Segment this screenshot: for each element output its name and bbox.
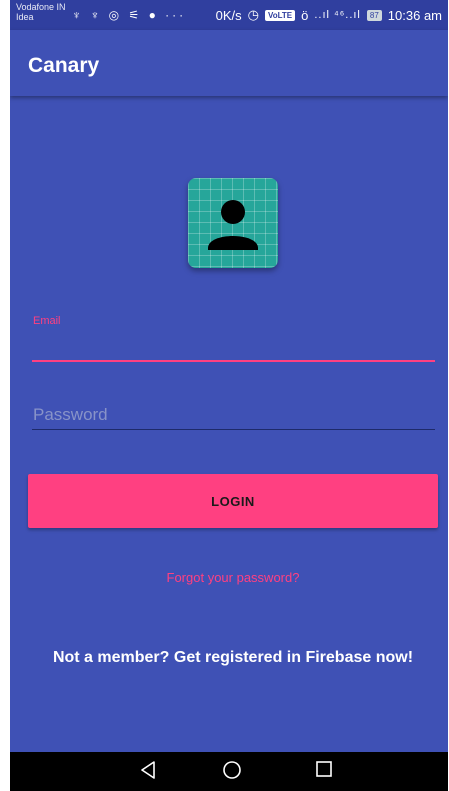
battery-icon: 87: [366, 9, 382, 21]
register-link[interactable]: Not a member? Get registered in Firebase…: [10, 649, 448, 667]
carrier-line-1: Vodafone IN: [16, 2, 66, 12]
recents-square-icon: [316, 761, 332, 777]
clock: 10:36 am: [387, 7, 442, 23]
notification-icons: ♆ ♆ ◎ ⚟ ● ···: [72, 8, 187, 22]
email-field[interactable]: [32, 334, 435, 362]
eye-icon: ö: [301, 7, 309, 23]
recents-button[interactable]: [309, 760, 339, 784]
network-speed: 0K/s: [215, 7, 242, 23]
status-bar: Vodafone IN Idea ♆ ♆ ◎ ⚟ ● ··· 0K/s ◷ Vo…: [10, 0, 448, 30]
status-right: 0K/s ◷ VoLTE ö ..ıl ⁴⁶..ıl 87 10:36 am: [216, 7, 442, 23]
app-bar: Canary: [10, 30, 448, 96]
alarm-icon: ◷: [247, 7, 259, 22]
home-circle-icon: [223, 761, 241, 779]
app-screen: Vodafone IN Idea ♆ ♆ ◎ ⚟ ● ··· 0K/s ◷ Vo…: [10, 0, 448, 791]
login-button[interactable]: LOGIN: [28, 474, 438, 528]
person-icon: [208, 200, 258, 250]
email-label: Email: [33, 315, 61, 327]
navigation-bar: [10, 752, 448, 791]
home-button[interactable]: [217, 760, 247, 784]
avatar: [188, 178, 278, 268]
back-triangle-icon: [141, 761, 155, 779]
forgot-password-link[interactable]: Forgot your password?: [10, 570, 448, 585]
signal-icon: ..ıl ⁴⁶..ıl: [314, 9, 361, 21]
password-field[interactable]: [32, 401, 435, 430]
carrier-name: Vodafone IN Idea: [16, 2, 66, 22]
volte-badge: VoLTE: [264, 9, 296, 21]
app-title: Canary: [28, 54, 100, 77]
back-button[interactable]: [133, 760, 163, 784]
carrier-line-2: Idea: [16, 12, 34, 22]
